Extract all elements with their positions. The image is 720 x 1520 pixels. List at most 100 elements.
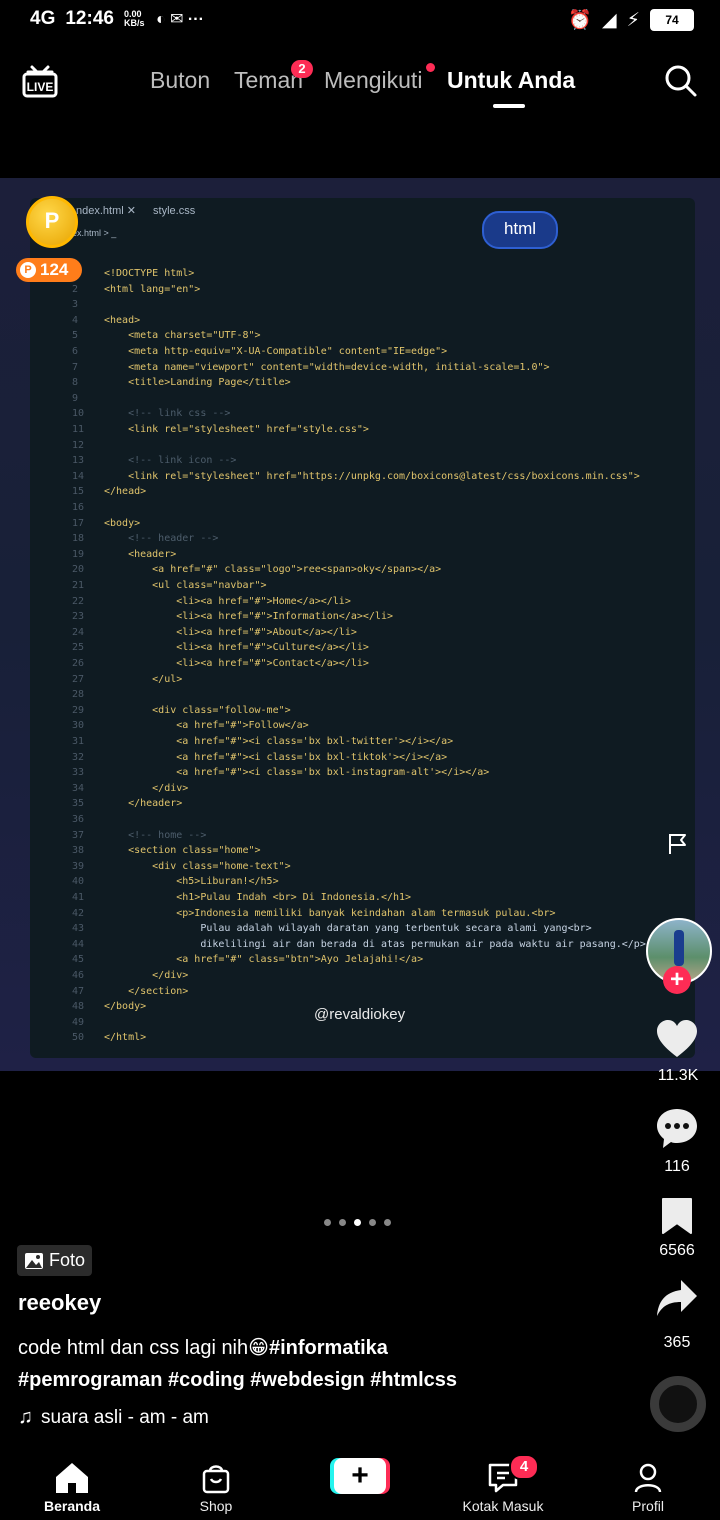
code-text: <html lang="en"> <box>104 283 201 295</box>
line-number: 11 <box>72 424 85 435</box>
code-text: <link rel="stylesheet" href="style.css"> <box>104 424 369 435</box>
create-button[interactable]: + <box>330 1458 390 1494</box>
line-number: 49 <box>72 1016 85 1028</box>
code-text: <a href="#" class="logo">ree<span>oky</s… <box>104 564 442 576</box>
music-disc[interactable] <box>650 1376 706 1432</box>
post-image[interactable]: ndex.html ✕ style.css index.html > _ 1<!… <box>0 178 720 1071</box>
tab-mengikuti[interactable]: Mengikuti <box>324 67 422 94</box>
code-line: 39 <div class="home-text"> <box>72 861 291 872</box>
bookmark-icon <box>662 1198 692 1234</box>
coin-icon[interactable]: P <box>26 196 78 248</box>
comment-button[interactable] <box>655 1106 699 1150</box>
code-line: 30 <a href="#">Follow</a> <box>72 720 309 731</box>
code-text: <li><a href="#">Culture</a></li> <box>104 642 369 654</box>
code-line: 42 <p>Indonesia memiliki banyak keindaha… <box>72 908 556 919</box>
code-text: <a href="#"><i class='bx bxl-instagram-a… <box>104 767 490 779</box>
code-line: 19 <header> <box>72 549 176 560</box>
coin-counter[interactable]: P 124 <box>16 258 82 282</box>
save-count: 6566 <box>659 1242 695 1259</box>
code-line: 18 <!-- header --> <box>72 533 218 544</box>
photo-type-label: Foto <box>49 1250 86 1270</box>
net-speed: 0.00 KB/s <box>123 9 145 28</box>
code-line: 33 <a href="#"><i class='bx bxl-instagra… <box>72 767 489 778</box>
code-line: 50 </html> <box>72 1032 146 1043</box>
code-line: 5 <meta charset="UTF-8"> <box>72 330 261 341</box>
code-line: 47 </section> <box>72 986 188 997</box>
line-number: 41 <box>72 892 85 903</box>
hashtag-informatika[interactable]: #informatika <box>269 1337 388 1359</box>
nav-profile-label: Profil <box>632 1498 664 1514</box>
code-line: 24 <li><a href="#">About</a></li> <box>72 627 357 638</box>
watermark: @revaldiokey <box>314 1006 406 1023</box>
sound-info[interactable]: ♫ suara asli - am - am <box>18 1406 209 1429</box>
code-line: 49 <box>72 1017 104 1028</box>
tab-untuk-anda[interactable]: Untuk Anda <box>447 67 575 94</box>
code-line: 37 <!-- home --> <box>72 830 206 841</box>
hashtags-line[interactable]: #pemrograman #coding #webdesign #htmlcss <box>18 1369 457 1391</box>
username[interactable]: reeokey <box>18 1290 101 1316</box>
code-line: 35 </header> <box>72 798 182 809</box>
code-line: 27 </ul> <box>72 674 182 685</box>
code-line: 34 </div> <box>72 783 188 794</box>
code-line: 43 Pulau adalah wilayah daratan yang ter… <box>72 923 592 934</box>
line-number: 29 <box>72 704 85 716</box>
nav-home[interactable]: Beranda <box>22 1446 122 1514</box>
code-text: <div class="home-text"> <box>104 860 291 872</box>
code-text: </ul> <box>104 673 183 685</box>
code-line: 15 </head> <box>72 486 146 497</box>
charging-icon: ⚡ <box>626 9 640 31</box>
photo-type-badge: Foto <box>17 1245 92 1276</box>
code-line: 13 <!-- link icon --> <box>72 455 236 466</box>
page-dot <box>384 1219 391 1226</box>
code-line: 48 </body> <box>72 1001 146 1012</box>
line-number: 21 <box>72 580 85 591</box>
nav-shop[interactable]: Shop <box>166 1446 266 1514</box>
share-button[interactable] <box>655 1278 699 1320</box>
coin-small-icon: P <box>20 262 36 278</box>
comment-count: 116 <box>664 1158 690 1175</box>
code-line: 40 <h5>Liburan!</h5> <box>72 876 279 887</box>
line-number: 5 <box>72 330 79 342</box>
code-line: 22 <li><a href="#">Home</a></li> <box>72 596 351 607</box>
active-tab-indicator <box>493 104 525 108</box>
top-navigation: LIVE Buton Teman 2 Mengikuti Untuk Anda <box>0 50 720 120</box>
line-number: 8 <box>72 377 79 389</box>
code-line: 4 <head> <box>72 315 140 326</box>
code-text: <li><a href="#">Contact</a></li> <box>104 658 369 669</box>
tab-buton[interactable]: Buton <box>150 67 210 94</box>
avatar-figure <box>674 930 684 966</box>
status-bar: 4G 12:46 0.00 KB/s ◐ ✉ ··· ⏰ ◢ ⚡ 74 <box>0 0 720 40</box>
code-line: 11 <link rel="stylesheet" href="style.cs… <box>72 424 369 435</box>
report-button[interactable] <box>666 832 690 856</box>
code-text: <li><a href="#">About</a></li> <box>104 626 357 638</box>
save-button[interactable] <box>660 1196 694 1236</box>
line-number: 13 <box>72 455 85 467</box>
follow-button[interactable]: + <box>663 966 691 994</box>
search-button[interactable] <box>664 64 698 98</box>
code-text: <section class="home"> <box>104 845 261 857</box>
code-line: 31 <a href="#"><i class='bx bxl-twitter'… <box>72 736 453 747</box>
line-number: 17 <box>72 517 85 529</box>
like-button[interactable] <box>655 1018 699 1062</box>
sound-title: suara asli - am - am <box>41 1406 209 1428</box>
code-text: <h1>Pulau Indah <br> Di Indonesia.</h1> <box>104 892 412 903</box>
code-text: <ul class="navbar"> <box>104 580 267 591</box>
code-text: <a href="#"><i class='bx bxl-twitter'></… <box>104 736 454 747</box>
code-line: 17 <body> <box>72 518 140 529</box>
line-number: 46 <box>72 970 85 981</box>
code-text: <a href="#">Follow</a> <box>104 720 309 732</box>
code-line: 36 <box>72 814 104 825</box>
line-number: 16 <box>72 502 85 513</box>
code-line: 21 <ul class="navbar"> <box>72 580 267 591</box>
code-line: 28 <box>72 689 104 700</box>
photo-icon <box>25 1252 43 1269</box>
live-button[interactable]: LIVE <box>22 64 58 98</box>
code-text: <title>Landing Page</title> <box>104 377 291 389</box>
html-tag-pill: html <box>482 211 558 249</box>
nav-profile[interactable]: Profil <box>598 1446 698 1514</box>
flag-icon <box>669 834 686 854</box>
code-text: <meta http-equiv="X-UA-Compatible" conte… <box>104 346 448 357</box>
code-text: <meta charset="UTF-8"> <box>104 330 261 342</box>
nav-inbox[interactable]: Kotak Masuk <box>453 1446 553 1514</box>
line-number: 9 <box>72 392 79 404</box>
